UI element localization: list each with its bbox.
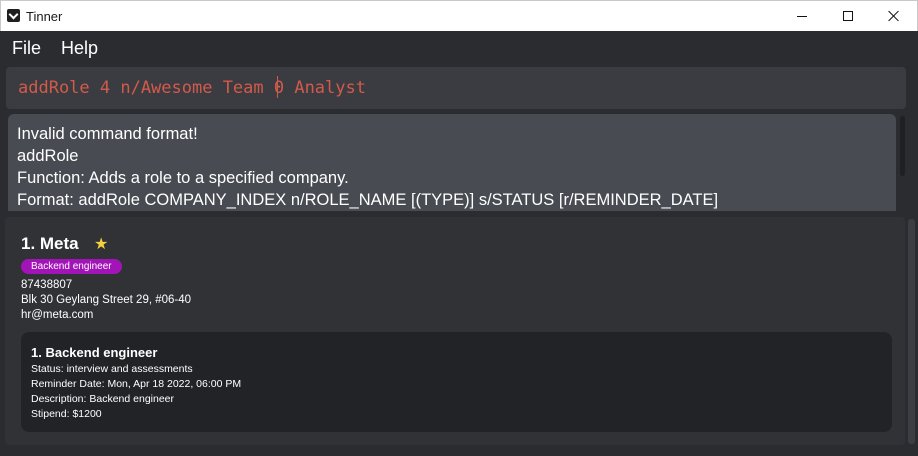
role-card: 1. Backend engineer Status: interview an… bbox=[21, 332, 892, 432]
window-title: Tinner bbox=[26, 9, 63, 24]
menu-file[interactable]: File bbox=[12, 38, 41, 59]
close-button[interactable] bbox=[871, 1, 917, 31]
result-line: addRole bbox=[17, 147, 79, 165]
maximize-icon bbox=[843, 11, 853, 21]
text-caret bbox=[277, 76, 278, 98]
app-icon bbox=[7, 9, 20, 22]
title-bar: Tinner bbox=[0, 0, 918, 31]
role-reminder-date: Reminder Date: Mon, Apr 18 2022, 06:00 P… bbox=[31, 378, 242, 390]
star-icon: ★ bbox=[94, 236, 109, 253]
result-line: Invalid command format! bbox=[17, 125, 198, 143]
role-stipend: Stipend: $1200 bbox=[31, 408, 102, 420]
company-email: hr@meta.com bbox=[21, 309, 94, 321]
company-list-scrollbar-thumb[interactable] bbox=[908, 219, 915, 444]
command-input-text: addRole 4 n/Awesome Team 0 Analyst bbox=[18, 78, 366, 98]
menu-bar: File Help bbox=[0, 31, 918, 63]
company-name: 1. Meta bbox=[21, 234, 79, 253]
company-address: Blk 30 Geylang Street 29, #06-40 bbox=[21, 294, 192, 306]
company-phone: 87438807 bbox=[21, 279, 73, 291]
role-title: 1. Backend engineer bbox=[31, 345, 158, 360]
minimize-icon bbox=[797, 15, 807, 17]
command-input[interactable]: addRole 4 n/Awesome Team 0 Analyst bbox=[6, 67, 906, 109]
close-icon bbox=[888, 10, 900, 22]
result-line: Format: addRole COMPANY_INDEX n/ROLE_NAM… bbox=[17, 191, 719, 209]
menu-help[interactable]: Help bbox=[61, 38, 98, 59]
result-display: Invalid command format! addRole Function… bbox=[8, 114, 896, 211]
role-description: Description: Backend engineer bbox=[31, 393, 175, 405]
result-scrollbar-thumb[interactable] bbox=[900, 116, 905, 176]
result-line: Function: Adds a role to a specified com… bbox=[17, 169, 349, 187]
minimize-button[interactable] bbox=[779, 1, 825, 31]
role-status: Status: interview and assessments bbox=[31, 363, 193, 375]
maximize-button[interactable] bbox=[825, 1, 871, 31]
company-tag: Backend engineer bbox=[21, 259, 122, 274]
